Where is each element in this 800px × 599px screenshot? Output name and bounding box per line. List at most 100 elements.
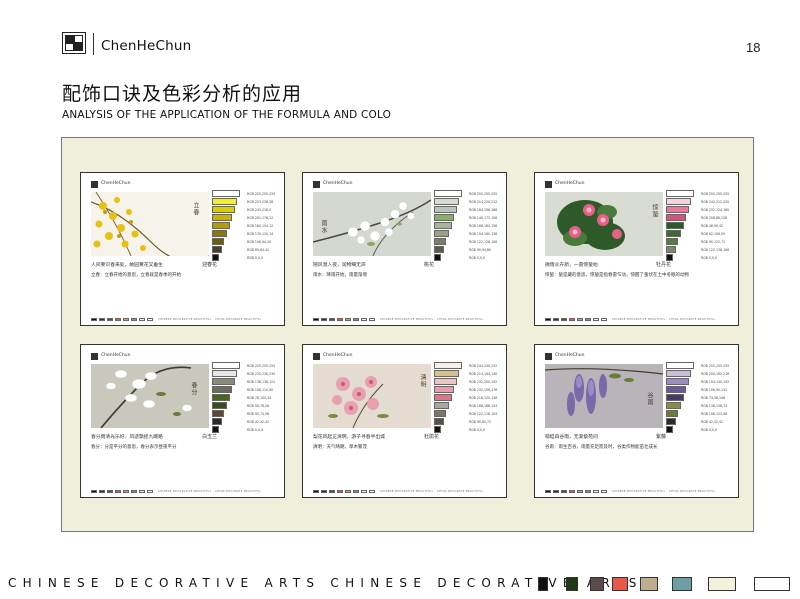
rgb-code: RGB 184,196,188	[469, 208, 498, 212]
color-swatch	[434, 198, 460, 205]
color-swatch	[666, 198, 692, 205]
caption-note: 惊蛰：蛰是藏的意思，惊蛰是指春雷乍动，惊醒了蛰伏在土中冬眠的动物	[545, 273, 689, 278]
card-footer-strip: CHINESE DECORATIVE BEAUTIFUL · CHINA DEC…	[91, 489, 279, 493]
rgb-code: RGB 255,255,255	[701, 192, 730, 196]
mini-swatch	[369, 489, 375, 493]
rgb-code-column: RGB 255,255,255 RGB 230,230,230 RGB 138,13…	[247, 362, 285, 434]
mini-swatch	[99, 317, 105, 321]
mini-swatch	[353, 317, 359, 321]
mini-swatch	[107, 489, 113, 493]
mini-swatch	[361, 317, 367, 321]
color-swatch-column	[212, 190, 244, 262]
color-swatch	[434, 238, 447, 245]
color-swatch-column	[434, 362, 466, 434]
flower-name: 白玉兰	[202, 434, 218, 440]
card-footer-strip: CHINESE DECORATIVE BEAUTIFUL · CHINA DEC…	[313, 317, 501, 321]
mini-swatch	[553, 317, 559, 321]
rgb-code: RGB 106,122,58	[701, 412, 728, 416]
color-swatch	[434, 254, 442, 261]
mini-swatch	[139, 489, 145, 493]
mini-swatch	[139, 317, 145, 321]
rgb-code: RGB 62,106,50	[701, 232, 726, 236]
rgb-code: RGB 216,120,138	[469, 396, 498, 400]
rgb-code: RGB 46,90,42	[701, 224, 724, 228]
rgb-code: RGB 90,82,72	[469, 420, 492, 424]
rgb-code: RGB 214,220,212	[469, 200, 498, 204]
rgb-code: RGB 201,176,12	[247, 216, 274, 220]
color-swatch	[666, 378, 689, 385]
mini-swatch	[337, 489, 343, 493]
rgb-code: RGB 242,212,220	[701, 200, 730, 204]
rgb-code-column: RGB 255,255,255 RGB 200,192,216 RGB 154,14…	[701, 362, 739, 434]
mini-swatch	[585, 489, 591, 493]
slide-thumbnail-jingzhe[interactable]: ChenHeChun 惊蛰 牡丹花 微雨众卉新，一雷惊蛰始 惊蛰：蛰是藏的意思，…	[534, 172, 739, 326]
footer-color-swatch	[640, 577, 658, 591]
rgb-code: RGB 255,255,255	[247, 364, 276, 368]
rgb-code: RGB 0,0,0	[701, 428, 717, 432]
mini-swatch	[131, 489, 137, 493]
slide-thumbnail-lichun[interactable]: ChenHeChun 立春 迎春花 人间要识春来处，故园黄花又垂生 立春：立春开	[80, 172, 285, 326]
rgb-code: RGB 154,140,192	[701, 380, 730, 384]
rgb-code: RGB 106,90,152	[701, 388, 728, 392]
poem-text: 春分	[190, 382, 197, 396]
flower-name: 迎春花	[202, 262, 218, 268]
color-swatch	[434, 246, 444, 253]
caption-note: 谷雨：雨生百谷，雨量充足而及时，谷类作物能茁壮成长	[545, 445, 658, 450]
card-logo-icon	[313, 181, 320, 188]
slide-thumbnail-qingming[interactable]: ChenHeChun 清明 杜鹃花 梨花风起正清明，游子寻春半出城 清明：天气晴…	[302, 344, 507, 498]
color-swatch	[666, 402, 681, 409]
color-swatch	[434, 402, 449, 409]
rgb-code: RGB 232,156,176	[469, 388, 498, 392]
mini-swatch	[561, 489, 567, 493]
caption-note: 清明：天气晴朗，草木繁茂	[313, 445, 367, 450]
mini-swatch	[577, 317, 583, 321]
slide-thumbnail-guyu[interactable]: ChenHeChun 谷雨 紫藤 萌畦四谷雨，无渐蔡苑间 谷雨：雨生百谷，雨量充…	[534, 344, 739, 498]
caption-verse: 随风潜入夜，润物细无声	[313, 263, 366, 268]
content-panel: ChenHeChun 立春 迎春花 人间要识春来处，故园黄花又垂生 立春：立春开	[61, 137, 754, 532]
color-swatch	[212, 362, 240, 369]
rgb-code: RGB 0,0,0	[701, 256, 717, 260]
flower-name: 紫藤	[656, 434, 667, 440]
rgb-code: RGB 74,58,106	[701, 396, 726, 400]
card-footer-text: CHINESE DECORATIVE BEAUTIFUL · CHINA DEC…	[612, 317, 716, 321]
color-swatch-column	[666, 190, 698, 262]
flower-painting: 谷雨	[545, 364, 663, 428]
color-swatch	[666, 230, 681, 237]
mini-swatch	[329, 489, 335, 493]
rgb-code-column: RGB 255,255,255 RGB 214,220,212 RGB 184,19…	[469, 190, 507, 262]
color-swatch	[666, 370, 692, 377]
mini-swatch	[91, 489, 97, 493]
card-logo-icon	[545, 353, 552, 360]
logo-divider	[93, 33, 94, 55]
color-swatch	[666, 410, 679, 417]
slide-thumbnail-yushui[interactable]: ChenHeChun 雨水 桃花 随风潜入夜，润物细无声 雨水：降雨开始，雨量渐…	[302, 172, 507, 326]
rgb-code: RGB 255,255,255	[247, 192, 276, 196]
mini-swatch	[321, 489, 327, 493]
rgb-code: RGB 168,180,156	[469, 224, 498, 228]
flower-name: 桃花	[424, 262, 435, 268]
mini-swatch	[545, 489, 551, 493]
page-subtitle: ANALYSIS OF THE APPLICATION OF THE FORMU…	[62, 109, 392, 121]
color-swatch	[434, 206, 457, 213]
poem-text: 谷雨	[646, 392, 653, 406]
rgb-code: RGB 69,64,42	[247, 248, 270, 252]
slide-thumbnail-chunfen[interactable]: ChenHeChun 春分 白玉兰 春分雨清光乐好，风适飘摇九畹路 春分：分是平…	[80, 344, 285, 498]
rgb-code: RGB 122,118,104	[469, 412, 498, 416]
rgb-code: RGB 0,0,0	[247, 428, 263, 432]
color-swatch	[666, 222, 684, 229]
card-brand: ChenHeChun	[323, 181, 353, 186]
caption-verse: 微雨众卉新，一雷惊蛰始	[545, 263, 598, 268]
color-swatch	[666, 254, 674, 261]
rgb-code: RGB 138,138,74	[701, 404, 728, 408]
color-swatch	[212, 238, 225, 245]
rgb-code: RGB 76,100,34	[247, 396, 272, 400]
color-swatch	[434, 190, 462, 197]
color-swatch	[212, 394, 230, 401]
flower-painting: 惊蛰	[545, 192, 663, 256]
page-title: 配饰口诀及色彩分析的应用	[62, 83, 303, 105]
card-brand: ChenHeChun	[323, 353, 353, 358]
rgb-code: RGB 140,172,106	[469, 216, 498, 220]
footer-color-swatch	[672, 577, 692, 591]
flower-painting: 清明	[313, 364, 431, 428]
mini-swatch	[329, 317, 335, 321]
